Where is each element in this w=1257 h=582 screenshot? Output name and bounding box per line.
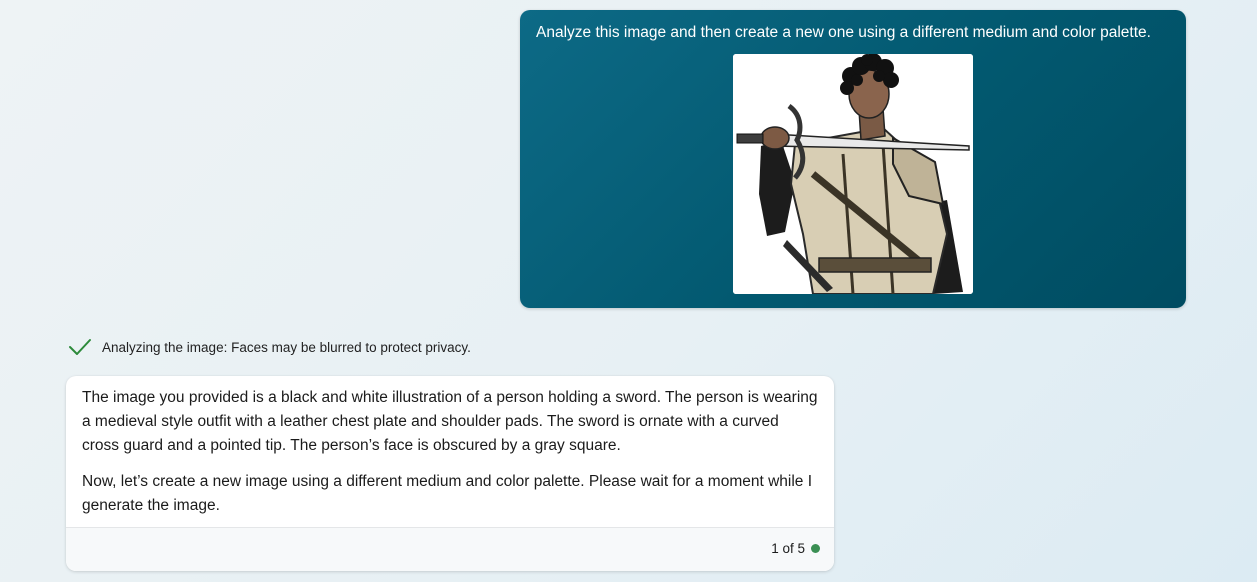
turn-counter: 1 of 5 bbox=[771, 541, 820, 556]
assistant-message-card: The image you provided is a black and wh… bbox=[66, 376, 834, 571]
user-message-bubble: Analyze this image and then create a new… bbox=[520, 10, 1186, 308]
attached-illustration-image[interactable] bbox=[733, 54, 973, 294]
illustration-thumbnail-icon bbox=[733, 54, 973, 294]
check-icon bbox=[68, 337, 92, 357]
turn-counter-text: 1 of 5 bbox=[771, 541, 805, 556]
assistant-paragraph: The image you provided is a black and wh… bbox=[82, 389, 818, 454]
analysis-status-line: Analyzing the image: Faces may be blurre… bbox=[68, 336, 471, 358]
analysis-status-text: Analyzing the image: Faces may be blurre… bbox=[102, 339, 471, 355]
user-message-text: Analyze this image and then create a new… bbox=[536, 24, 1151, 41]
assistant-message-body: The image you provided is a black and wh… bbox=[82, 386, 818, 530]
assistant-paragraph: Now, let’s create a new image using a di… bbox=[82, 473, 813, 514]
status-dot-icon bbox=[811, 544, 820, 553]
assistant-message-footer: 1 of 5 bbox=[66, 528, 834, 571]
